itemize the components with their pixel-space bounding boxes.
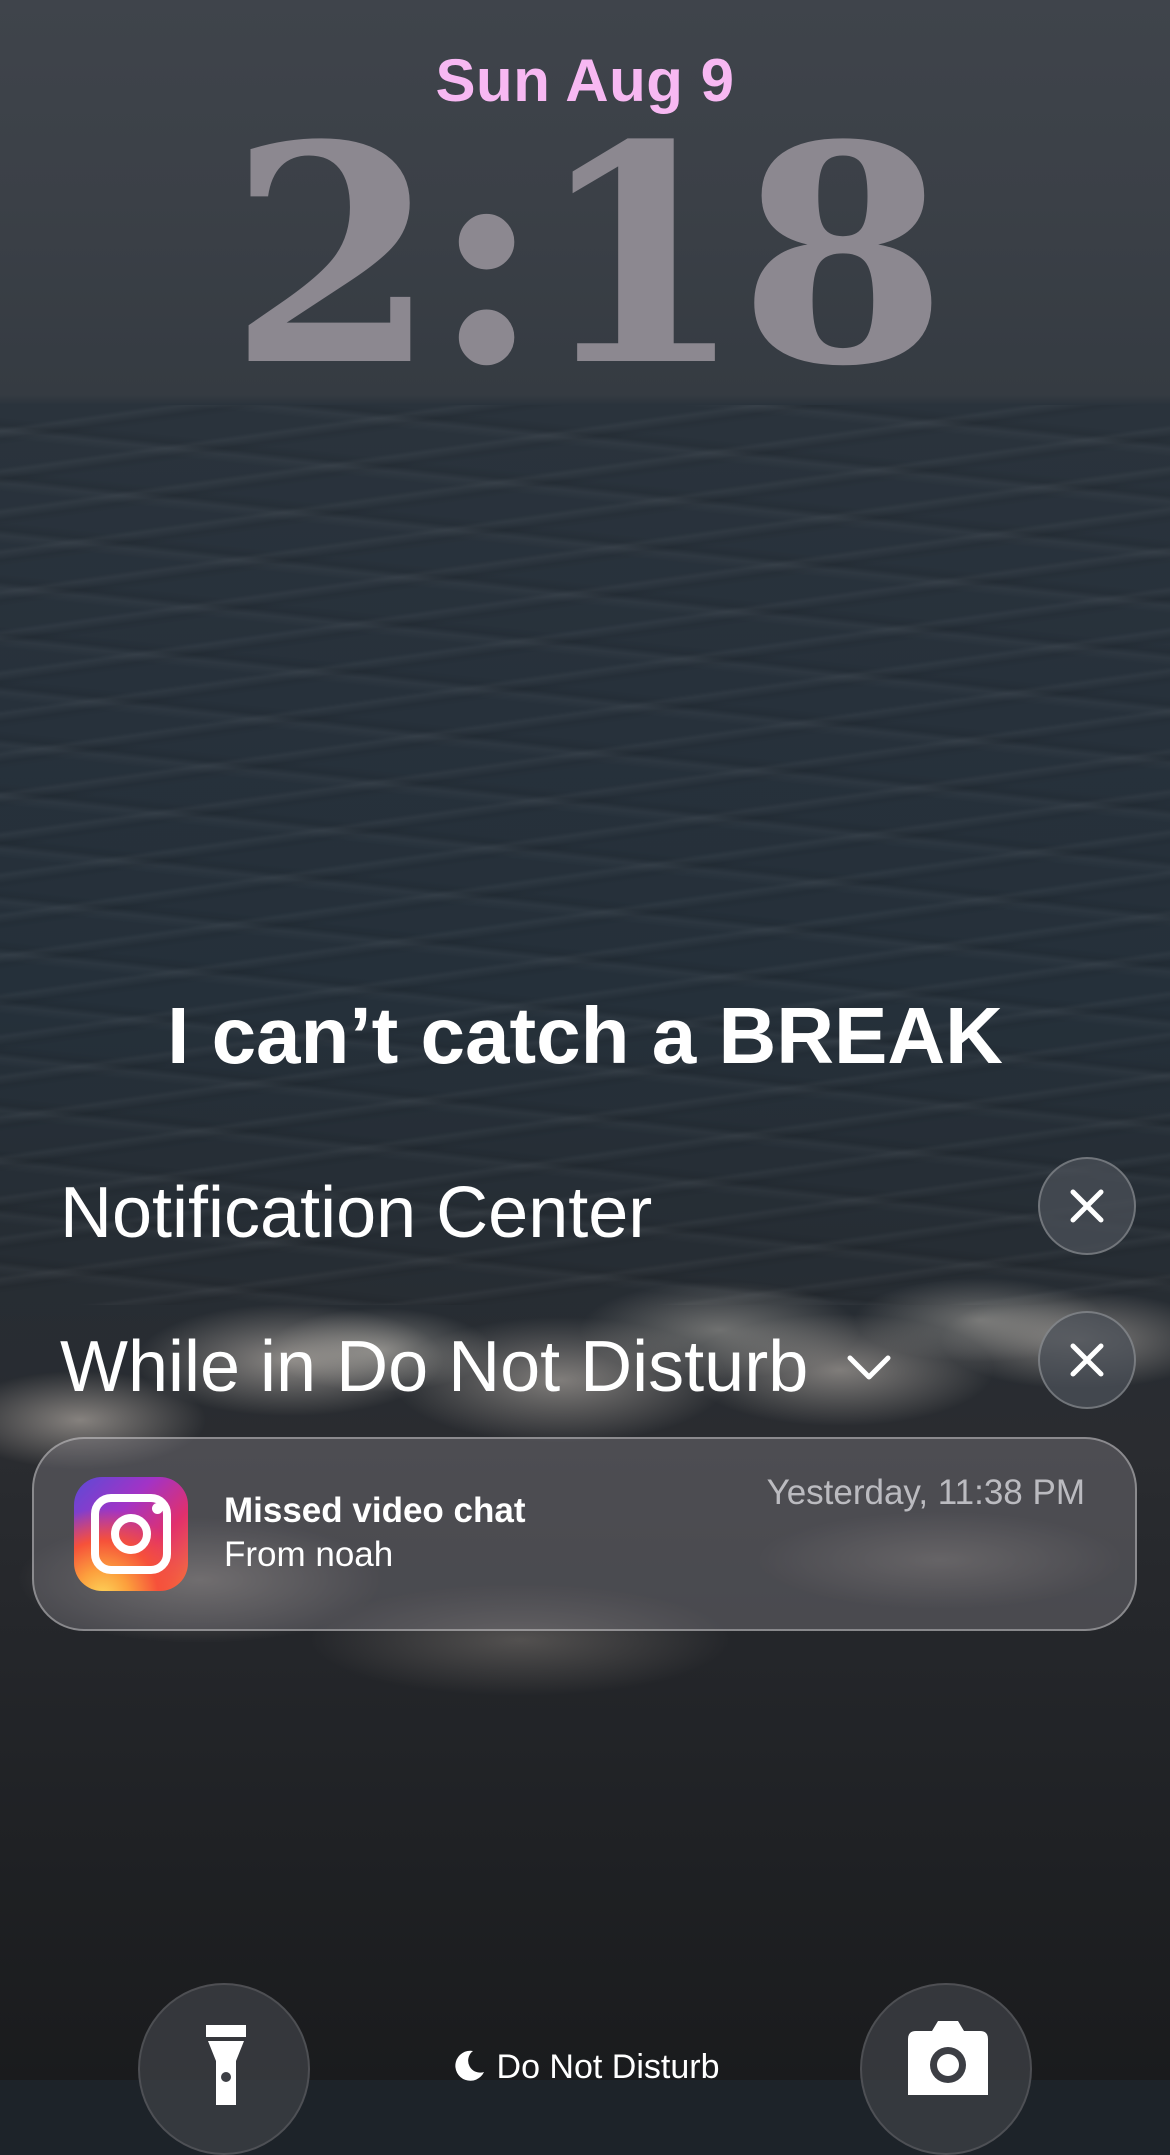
notification-timestamp: Yesterday, 11:38 PM <box>766 1473 1085 1512</box>
dnd-group-title: While in Do Not Disturb <box>60 1327 809 1407</box>
notification-body: From noah <box>224 1535 394 1574</box>
notification-card[interactable]: Missed video chat From noah Yesterday, 1… <box>32 1437 1137 1631</box>
lock-screen-widget-text: I can’t catch a BREAK <box>167 991 1003 1080</box>
wallpaper-ocean-waves <box>0 405 1170 1305</box>
lock-screen-clock: 2:18 <box>228 79 948 432</box>
close-icon <box>1070 1343 1104 1377</box>
instagram-icon <box>74 1477 188 1591</box>
clear-dnd-group-button[interactable] <box>1038 1311 1136 1409</box>
focus-mode-label: Do Not Disturb <box>496 2048 720 2086</box>
dnd-group-header[interactable]: While in Do Not Disturb <box>60 1326 894 1408</box>
notification-center-title: Notification Center <box>60 1173 653 1253</box>
close-icon <box>1070 1189 1104 1223</box>
clear-notification-center-button[interactable] <box>1038 1157 1136 1255</box>
chevron-down-icon <box>847 1355 891 1380</box>
notification-title: Missed video chat <box>224 1491 526 1530</box>
moon-icon <box>454 2050 484 2081</box>
focus-mode-indicator[interactable]: Do Not Disturb <box>0 2048 1170 2087</box>
